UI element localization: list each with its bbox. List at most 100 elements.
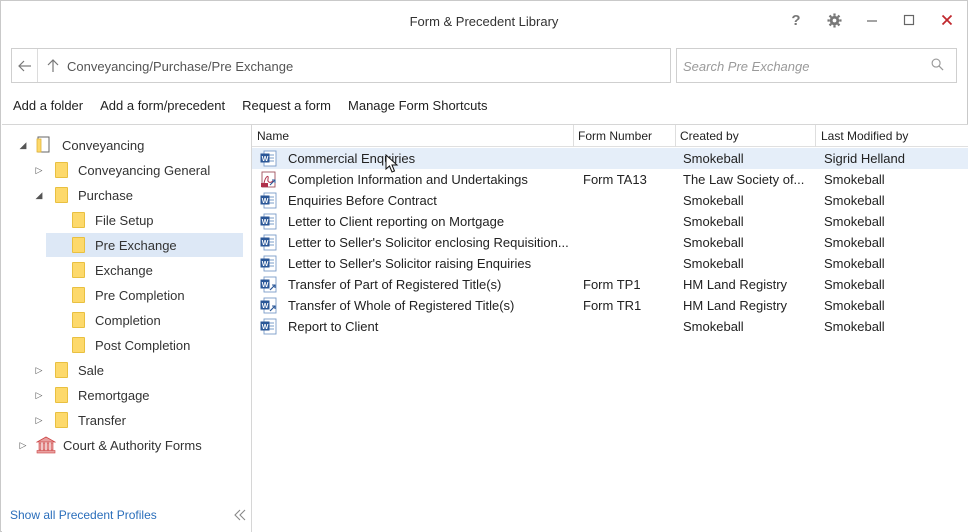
address-bar: Conveyancing/Purchase/Pre Exchange bbox=[11, 48, 671, 83]
svg-text:W: W bbox=[262, 261, 269, 268]
toolbar: Add a folder Add a form/precedent Reques… bbox=[13, 98, 487, 116]
word-doc-icon: W bbox=[260, 192, 277, 209]
tree-item-label: Conveyancing General bbox=[78, 162, 211, 178]
column-header-form-number[interactable]: Form Number bbox=[578, 129, 652, 143]
column-separator[interactable] bbox=[573, 125, 574, 147]
tree-item-court-authority-forms[interactable]: ▷ Court & Authority Forms bbox=[16, 433, 202, 457]
breadcrumb-path[interactable]: Conveyancing/Purchase/Pre Exchange bbox=[67, 59, 293, 74]
collapsed-arrow-icon[interactable]: ▷ bbox=[32, 388, 46, 402]
cell-name: Enquiries Before Contract bbox=[288, 193, 437, 208]
settings-button[interactable] bbox=[821, 9, 847, 31]
table-row[interactable]: W Transfer of Part of Registered Title(s)… bbox=[252, 274, 968, 295]
collapse-pane-button[interactable] bbox=[233, 508, 247, 525]
cell-last-modified-by: Smokeball bbox=[824, 277, 885, 292]
folder-icon bbox=[55, 387, 68, 403]
table-row[interactable]: W Transfer of Whole of Registered Title(s… bbox=[252, 295, 968, 316]
collapsed-arrow-icon[interactable]: ▷ bbox=[32, 363, 46, 377]
maximize-button[interactable] bbox=[896, 9, 922, 31]
tree-item-label: Sale bbox=[78, 362, 105, 378]
collapsed-arrow-icon[interactable]: ▷ bbox=[32, 163, 46, 177]
collapsed-arrow-icon[interactable]: ▷ bbox=[32, 413, 46, 427]
tree-item-label: Conveyancing bbox=[62, 137, 145, 153]
cell-form-number: Form TA13 bbox=[583, 172, 647, 187]
cell-created-by: Smokeball bbox=[683, 214, 744, 229]
search-input[interactable] bbox=[683, 56, 923, 76]
cell-created-by: Smokeball bbox=[683, 151, 744, 166]
table-row[interactable]: W Letter to Client reporting on Mortgage S… bbox=[252, 211, 968, 232]
cell-last-modified-by: Smokeball bbox=[824, 193, 885, 208]
cell-last-modified-by: Smokeball bbox=[824, 214, 885, 229]
forms-grid: Name Form Number Created by Last Modifie… bbox=[252, 124, 968, 532]
table-row[interactable]: W Commercial Enquiries Smokeball Sigrid Hel… bbox=[252, 148, 968, 169]
tree-item-conveyancing-general[interactable]: ▷ Conveyancing General bbox=[32, 158, 210, 182]
column-header-last-modified[interactable]: Last Modified by bbox=[821, 129, 908, 143]
folder-icon bbox=[72, 212, 85, 228]
cell-name: Letter to Seller's Solicitor enclosing R… bbox=[288, 235, 569, 250]
word-doc-icon: W bbox=[260, 150, 277, 167]
up-button[interactable] bbox=[42, 49, 64, 82]
add-folder-button[interactable]: Add a folder bbox=[13, 98, 83, 116]
request-form-button[interactable]: Request a form bbox=[242, 98, 331, 116]
cell-name: Transfer of Part of Registered Title(s) bbox=[288, 277, 502, 292]
tree-item-label: Pre Exchange bbox=[95, 237, 177, 253]
cell-form-number: Form TP1 bbox=[583, 277, 641, 292]
word-doc-icon: W bbox=[260, 318, 277, 335]
help-button[interactable]: ? bbox=[783, 9, 809, 31]
word-doc-icon: W bbox=[260, 255, 277, 272]
title-bar: Form & Precedent Library ? bbox=[1, 1, 967, 41]
tree-item-post-completion[interactable]: Post Completion bbox=[46, 333, 243, 357]
add-form-button[interactable]: Add a form/precedent bbox=[100, 98, 225, 116]
tree-item-sale[interactable]: ▷ Sale bbox=[32, 358, 104, 382]
expanded-arrow-icon[interactable]: ◢ bbox=[32, 188, 46, 202]
cell-last-modified-by: Smokeball bbox=[824, 319, 885, 334]
cell-created-by: The Law Society of... bbox=[683, 172, 805, 187]
word-doc-icon: W bbox=[260, 213, 277, 230]
column-header-name[interactable]: Name bbox=[257, 129, 289, 143]
cell-created-by: Smokeball bbox=[683, 193, 744, 208]
cell-last-modified-by: Smokeball bbox=[824, 172, 885, 187]
column-separator[interactable] bbox=[675, 125, 676, 147]
table-row[interactable]: W Report to Client Smokeball Smokeball bbox=[252, 316, 968, 337]
tree-item-file-setup[interactable]: File Setup bbox=[46, 208, 243, 232]
tree-item-remortgage[interactable]: ▷ Remortgage bbox=[32, 383, 150, 407]
tree-item-exchange[interactable]: Exchange bbox=[46, 258, 243, 282]
tree-item-label: Exchange bbox=[95, 262, 153, 278]
show-all-profiles-link[interactable]: Show all Precedent Profiles bbox=[10, 508, 157, 522]
svg-text:W: W bbox=[262, 219, 269, 226]
manage-shortcuts-button[interactable]: Manage Form Shortcuts bbox=[348, 98, 487, 116]
cell-name: Commercial Enquiries bbox=[288, 151, 416, 166]
cell-name: Report to Client bbox=[288, 319, 379, 334]
tree-item-completion[interactable]: Completion bbox=[46, 308, 243, 332]
table-row[interactable]: W Letter to Seller's Solicitor enclosing … bbox=[252, 232, 968, 253]
tree-item-transfer[interactable]: ▷ Transfer bbox=[32, 408, 126, 432]
tree-item-label: Pre Completion bbox=[95, 287, 185, 303]
table-row[interactable]: Completion Information and Undertakings F… bbox=[252, 169, 968, 190]
folder-icon bbox=[55, 362, 68, 378]
cell-created-by: Smokeball bbox=[683, 256, 744, 271]
minimize-button[interactable] bbox=[859, 9, 885, 31]
tree-item-pre-exchange[interactable]: Pre Exchange bbox=[46, 233, 243, 257]
close-icon bbox=[941, 14, 953, 26]
table-row[interactable]: W Enquiries Before Contract Smokeball Smoke… bbox=[252, 190, 968, 211]
search-icon[interactable] bbox=[931, 58, 944, 71]
table-row[interactable]: W Letter to Seller's Solicitor raising En… bbox=[252, 253, 968, 274]
tree-item-pre-completion[interactable]: Pre Completion bbox=[46, 283, 243, 307]
double-chevron-left-icon bbox=[234, 509, 246, 521]
column-separator[interactable] bbox=[815, 125, 816, 147]
folder-icon bbox=[72, 237, 85, 253]
tree-item-label: Court & Authority Forms bbox=[63, 437, 202, 453]
expanded-arrow-icon[interactable]: ◢ bbox=[16, 138, 30, 152]
tree-item-conveyancing[interactable]: ◢ Conveyancing bbox=[16, 133, 144, 157]
svg-text:W: W bbox=[262, 156, 269, 163]
close-button[interactable] bbox=[934, 9, 960, 31]
pdf-form-icon bbox=[260, 171, 277, 188]
minimize-icon bbox=[867, 20, 877, 22]
collapsed-arrow-icon[interactable]: ▷ bbox=[16, 438, 30, 452]
column-header-created-by[interactable]: Created by bbox=[680, 129, 739, 143]
back-button[interactable] bbox=[12, 49, 38, 82]
tree-item-purchase[interactable]: ◢ Purchase bbox=[32, 183, 133, 207]
cell-last-modified-by: Smokeball bbox=[824, 256, 885, 271]
tree-item-label: Transfer bbox=[78, 412, 126, 428]
cell-name: Letter to Seller's Solicitor raising Enq… bbox=[288, 256, 532, 271]
tree-item-label: Purchase bbox=[78, 187, 133, 203]
